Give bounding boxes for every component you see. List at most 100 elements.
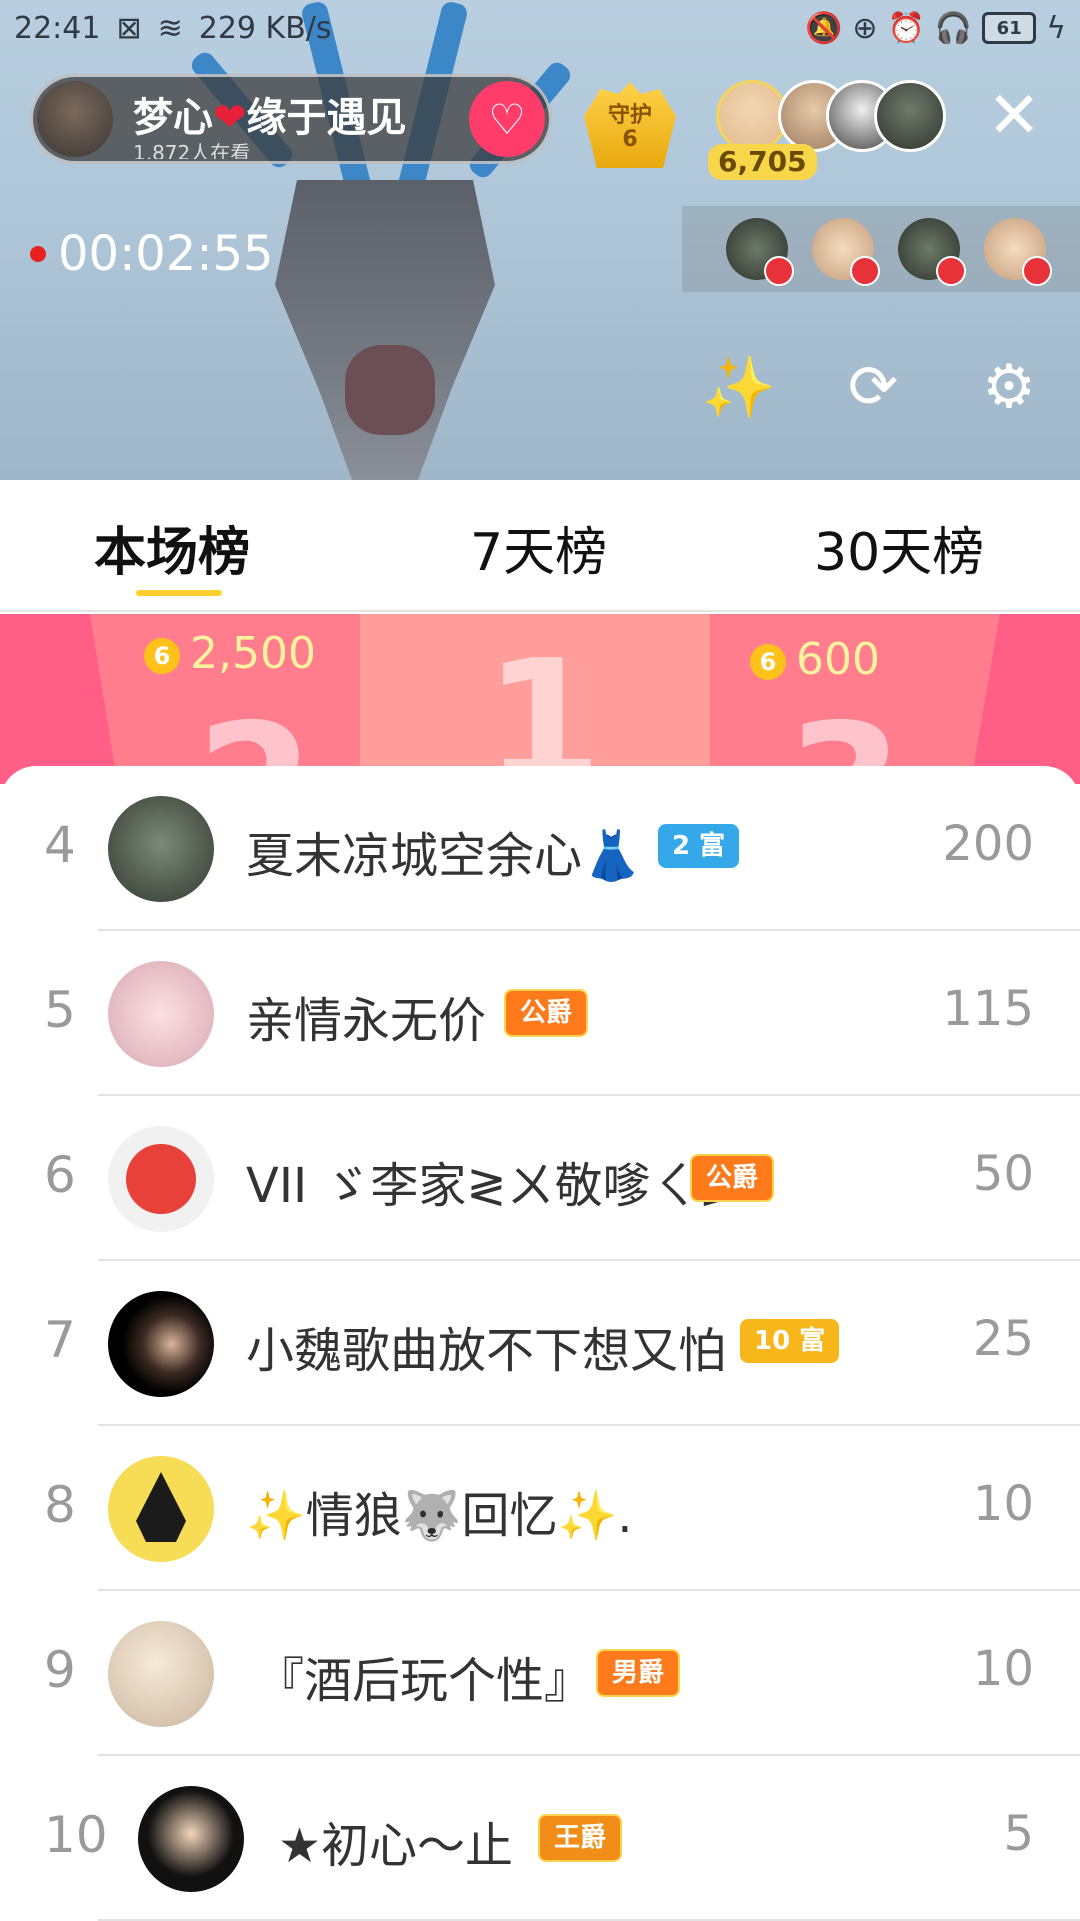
gear-icon: ⚙: [982, 352, 1036, 422]
coin-icon: 6: [144, 638, 180, 674]
avatar[interactable]: [108, 1621, 214, 1727]
noble-badge: 公爵: [690, 1154, 775, 1202]
contribution-value: 200: [942, 816, 1034, 872]
podium-rank-first: 1: [484, 624, 603, 784]
anchor-info-pill[interactable]: 梦心❤缘于遇见 1,872人在看 ♡: [30, 74, 552, 164]
alarm-icon: ⏰: [887, 10, 925, 46]
fan-avatar[interactable]: [984, 218, 1052, 286]
magic-wand-icon: ✨: [701, 352, 777, 423]
witch-hat-icon: [136, 1472, 186, 1542]
noble-badge: 男爵: [596, 1649, 681, 1697]
rank-number: 5: [44, 981, 76, 1039]
contribution-value: 10: [972, 1641, 1034, 1697]
close-icon[interactable]: ✕: [984, 84, 1044, 148]
follow-button[interactable]: ♡: [469, 81, 545, 157]
flip-camera-button[interactable]: ⟳: [834, 348, 912, 426]
wealth-badge: 10 富: [740, 1319, 840, 1363]
user-name: ✨情狼🐺回忆✨.: [246, 1488, 633, 1544]
user-name: VII ゞ李家≷ㄨ敬嗲ㄑ≶: [246, 1158, 739, 1214]
avatar[interactable]: [108, 1291, 214, 1397]
lock-rotation-icon: ⊕: [852, 10, 878, 46]
noble-badge: 王爵: [538, 1814, 623, 1862]
ranking-row[interactable]: 5 亲情永无价 公爵 115: [0, 931, 1080, 1096]
ranking-row[interactable]: 8 ✨情狼🐺回忆✨. 10: [0, 1426, 1080, 1591]
anchor-name: 梦心❤缘于遇见: [133, 85, 407, 143]
heart-plus-icon: ♡: [488, 94, 526, 144]
fan-avatar[interactable]: [726, 218, 794, 286]
contribution-value: 50: [972, 1146, 1034, 1202]
ranking-row[interactable]: 4 夏末凉城空余心👗 2 富 200: [0, 766, 1080, 931]
settings-button[interactable]: ⚙: [970, 348, 1048, 426]
rank-number: 4: [44, 816, 76, 874]
podium-value-third: 6 600: [750, 634, 880, 685]
podium-value-second: 6 2,500: [144, 628, 316, 679]
contribution-value: 115: [942, 981, 1034, 1037]
podium-value-third-text: 600: [796, 634, 880, 685]
live-timer: 00:02:55: [30, 226, 274, 282]
network-speed: 229 KB/s: [198, 10, 332, 46]
guard-badge[interactable]: 守护 6: [584, 82, 676, 168]
rank-number: 8: [44, 1476, 76, 1534]
anchor-viewers-text: 1,872人在看: [133, 141, 251, 159]
magic-wand-button[interactable]: ✨: [700, 348, 778, 426]
sofa-badge-icon: [1022, 256, 1052, 286]
avatar[interactable]: [108, 1456, 214, 1562]
viewer-avatar[interactable]: [874, 80, 946, 152]
user-name: 夏末凉城空余心👗: [246, 828, 642, 884]
guard-count: 6: [622, 127, 638, 152]
sofa-badge-icon: [936, 256, 966, 286]
tab-active-indicator: [136, 590, 222, 596]
viewer-count: 6,705: [708, 144, 817, 180]
battery-indicator: 61: [982, 12, 1037, 44]
ranking-tabs: 本场榜 7天榜 30天榜: [0, 480, 1080, 612]
coin-icon: 6: [750, 644, 786, 680]
tab-current[interactable]: 本场榜: [94, 510, 250, 585]
avatar[interactable]: [108, 961, 214, 1067]
rank-number: 7: [44, 1311, 76, 1369]
camera-flip-icon: ⟳: [847, 352, 899, 422]
podium: 2 1 3 62,500 6600: [0, 614, 1080, 784]
user-name: ★初心～止: [278, 1818, 514, 1874]
sofa-badge-icon: [764, 256, 794, 286]
headphones-icon: 🎧: [934, 10, 973, 46]
avatar[interactable]: [108, 1126, 214, 1232]
rank-number: 10: [44, 1806, 108, 1864]
rank-number: 9: [44, 1641, 76, 1699]
notification-x-icon: ⊠: [116, 10, 142, 46]
fan-avatar[interactable]: [898, 218, 966, 286]
ranking-row[interactable]: 6 VII ゞ李家≷ㄨ敬嗲ㄑ≶ 公爵 50: [0, 1096, 1080, 1261]
ranking-row[interactable]: 10 ★初心～止 王爵 5: [0, 1756, 1080, 1921]
ranking-row[interactable]: 9 『酒后玩个性』 男爵 10: [0, 1591, 1080, 1756]
wifi-icon: ≋: [157, 10, 183, 46]
guard-label-text: 守护: [607, 103, 652, 128]
rank-number: 6: [44, 1146, 76, 1204]
ranking-list: 4 夏末凉城空余心👗 2 富 200 5 亲情永无价 公爵 115 6 VII …: [0, 766, 1080, 1921]
fans-strip: [682, 206, 1080, 292]
live-video-area: 22:41 ⊠ ≋ 229 KB/s 🔕 ⊕ ⏰ 🎧 61 ϟ 梦心❤缘于遇见 …: [0, 0, 1080, 480]
ranking-row[interactable]: 7 小魏歌曲放不下想又怕 10 富 25: [0, 1261, 1080, 1426]
live-time: 00:02:55: [58, 226, 274, 282]
deer-head: [275, 180, 495, 480]
contribution-value: 10: [972, 1476, 1034, 1532]
user-name: 小魏歌曲放不下想又怕: [246, 1323, 727, 1379]
charging-icon: ϟ: [1046, 10, 1066, 46]
tab-7-days[interactable]: 7天榜: [470, 510, 607, 585]
tab-30-days[interactable]: 30天榜: [814, 510, 984, 585]
podium-value-second-text: 2,500: [190, 628, 316, 679]
contribution-value: 25: [972, 1311, 1034, 1367]
avatar[interactable]: [138, 1786, 244, 1892]
user-name: 亲情永无价: [246, 993, 487, 1049]
status-time: 22:41: [14, 10, 101, 46]
avatar[interactable]: [108, 796, 214, 902]
anchor-avatar[interactable]: [37, 81, 113, 157]
status-bar: 22:41 ⊠ ≋ 229 KB/s 🔕 ⊕ ⏰ 🎧 61 ϟ: [0, 0, 1080, 56]
fan-avatar[interactable]: [812, 218, 880, 286]
anchor-name-left: 梦心: [133, 95, 213, 141]
heart-icon: ❤: [213, 95, 247, 141]
weibo-logo-icon: [126, 1144, 196, 1214]
guard-label: 守护 6: [584, 104, 676, 152]
mute-bell-icon: 🔕: [804, 10, 843, 46]
deer-nose: [345, 345, 435, 435]
sofa-badge-icon: [850, 256, 880, 286]
recording-dot-icon: [30, 246, 46, 262]
